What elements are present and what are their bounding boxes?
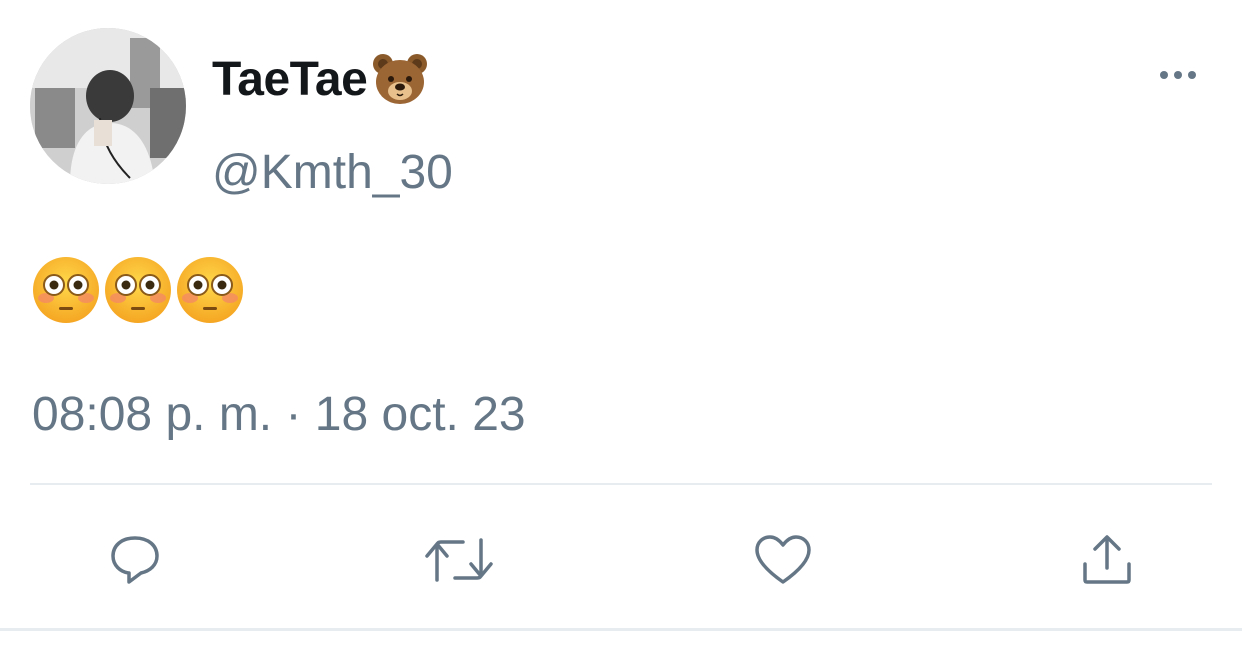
more-icon [1160,71,1196,79]
more-button[interactable] [1150,58,1206,92]
share-icon [1083,535,1131,584]
flushed-face-emoji [105,257,171,323]
avatar-image [30,28,186,184]
tweet-card: TaeTae @Kmth_30 08:08 p. m. · 18 oct. 23 [0,0,1242,648]
retweet-icon [425,538,493,582]
heart-icon [755,535,811,584]
tweet-timestamp[interactable]: 08:08 p. m. · 18 oct. 23 [32,382,526,448]
share-button[interactable] [1067,520,1147,600]
reply-button[interactable] [95,520,175,600]
tweet-text [30,254,246,328]
display-name-text: TaeTae [212,52,368,106]
reply-icon [111,536,159,584]
divider [30,483,1212,485]
avatar[interactable] [30,28,186,184]
user-handle[interactable]: @Kmth_30 [212,140,453,206]
bear-face-emoji [371,50,429,108]
flushed-face-emoji [177,257,243,323]
like-button[interactable] [743,520,823,600]
bottom-divider [0,628,1242,631]
flushed-face-emoji [33,257,99,323]
retweet-button[interactable] [419,520,499,600]
display-name[interactable]: TaeTae [212,48,429,110]
